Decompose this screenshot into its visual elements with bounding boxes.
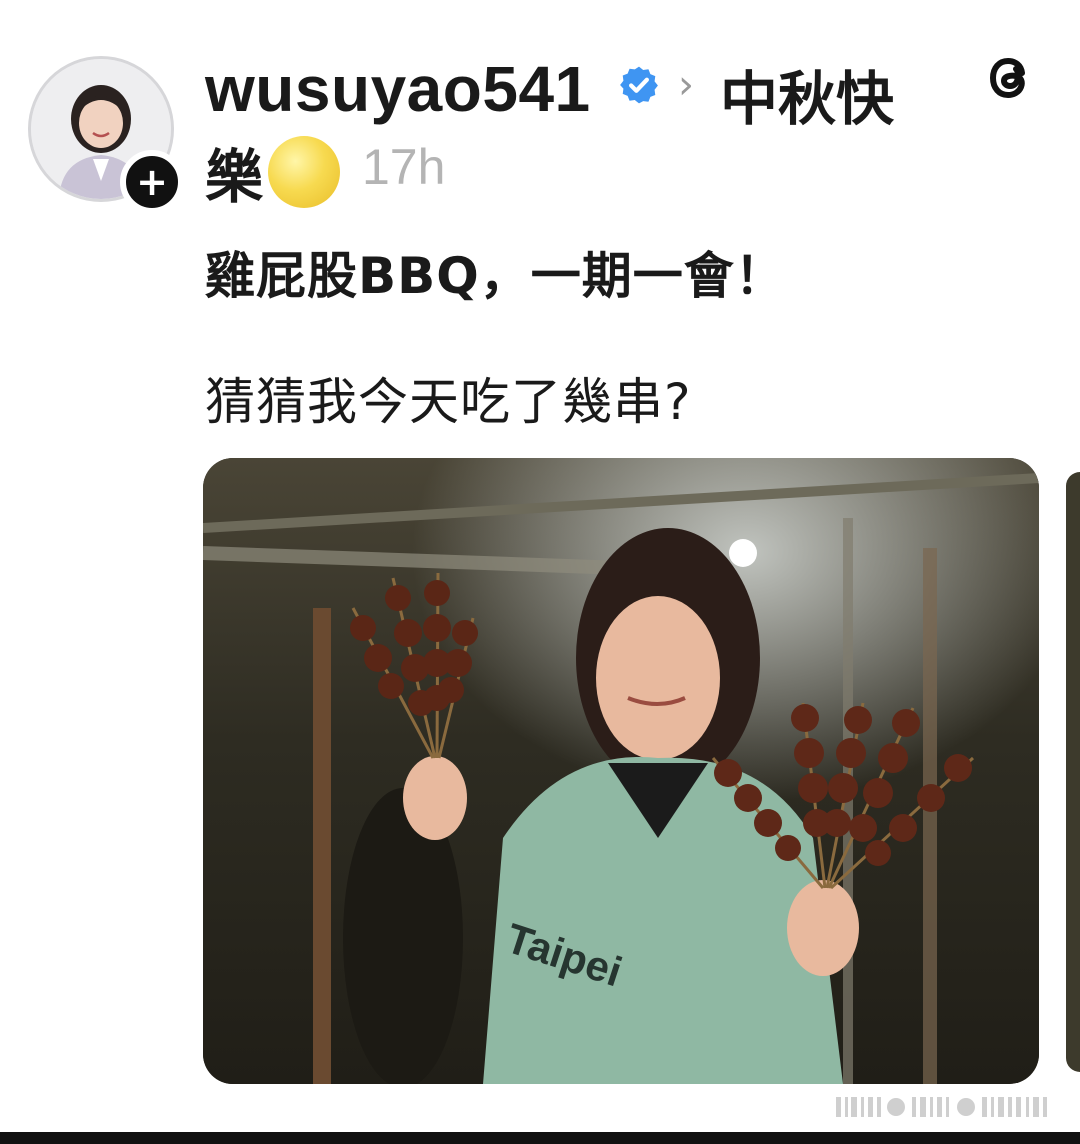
topic-tag-continued[interactable]: 樂: [205, 130, 263, 214]
bbq-photo: Taipei: [203, 458, 1039, 1084]
post-photo[interactable]: Taipei: [203, 458, 1039, 1084]
username-link[interactable]: wusuyao541: [205, 52, 591, 126]
post-timestamp: 17h: [362, 139, 446, 195]
watermark-barcode-icon: [836, 1097, 1047, 1117]
verified-badge-icon: [620, 66, 658, 104]
chevron-right-icon: ›: [678, 62, 694, 108]
next-photo-preview[interactable]: [1066, 472, 1080, 1072]
post-body-line-1: 雞屁股BBQ，一期一會！: [205, 247, 786, 305]
post-body-line-2: 猜猜我今天吃了幾串?: [205, 373, 692, 431]
plus-icon: +: [136, 160, 168, 204]
full-moon-emoji: [268, 136, 340, 208]
topic-tag[interactable]: 中秋快: [720, 52, 894, 136]
bottom-edge: [0, 1132, 1080, 1144]
threads-post: 好的 + wusuyao541 › 中秋快 樂 17h 雞屁股BBQ，一期一會！…: [0, 0, 1080, 1144]
threads-logo-icon[interactable]: [976, 46, 1040, 110]
follow-button[interactable]: +: [120, 150, 184, 214]
